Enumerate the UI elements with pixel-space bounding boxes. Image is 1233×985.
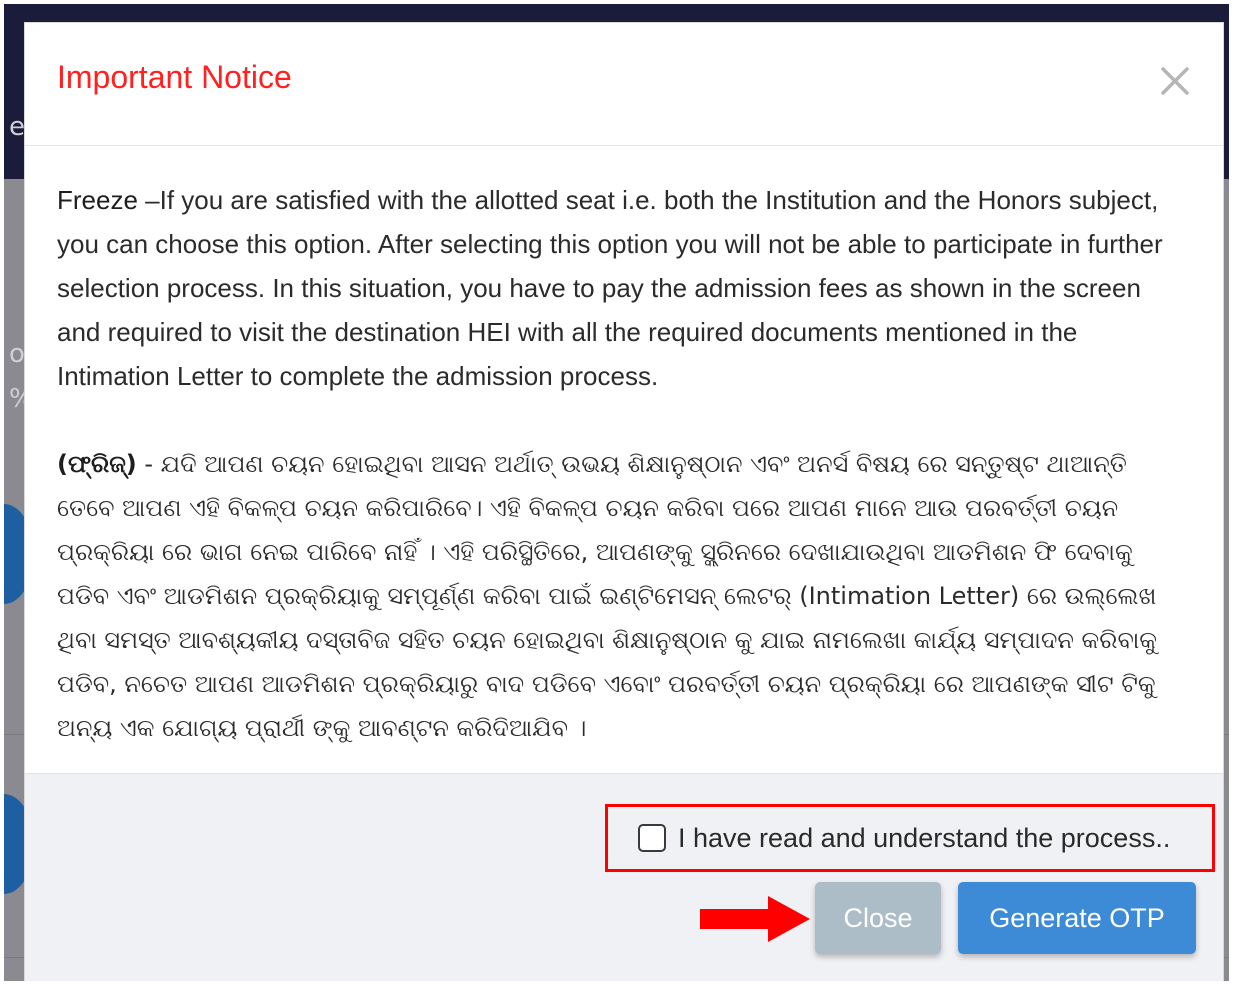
consent-label[interactable]: I have read and understand the process.. — [678, 823, 1170, 854]
generate-otp-button[interactable]: Generate OTP — [958, 882, 1196, 954]
arrow-right-icon — [700, 896, 810, 942]
freeze-lead-odia: (ଫ୍ରିଜ୍) — [57, 450, 137, 478]
modal-header: Important Notice — [25, 23, 1223, 146]
background-fragment: o — [9, 339, 25, 369]
freeze-description: –If you are satisfied with the allotted … — [57, 185, 1163, 391]
close-button[interactable]: Close — [815, 882, 941, 954]
screen-frame: e o % Important Notice Freeze –If you ar… — [4, 4, 1229, 981]
modal-body: Freeze –If you are satisfied with the al… — [25, 146, 1223, 776]
close-icon[interactable] — [1157, 63, 1193, 99]
notice-text-odia: (ଫ୍ରିଜ୍) - ଯଦି ଆପଣ ଚୟନ ହୋଇଥିବା ଆସନ ଅର୍ଥା… — [57, 442, 1183, 750]
modal-title: Important Notice — [57, 59, 292, 95]
notice-text-english: Freeze –If you are satisfied with the al… — [57, 178, 1183, 398]
modal-footer: I have read and understand the process..… — [25, 773, 1223, 981]
background-fragment: e — [9, 112, 25, 142]
freeze-lead: Freeze — [57, 185, 138, 215]
consent-checkbox[interactable] — [638, 824, 666, 852]
consent-highlight: I have read and understand the process.. — [605, 804, 1215, 872]
freeze-description-odia: - ଯଦି ଆପଣ ଚୟନ ହୋଇଥିବା ଆସନ ଅର୍ଥାତ୍ ଉଭୟ ଶି… — [57, 450, 1158, 742]
notice-modal: Important Notice Freeze –If you are sati… — [24, 22, 1224, 981]
